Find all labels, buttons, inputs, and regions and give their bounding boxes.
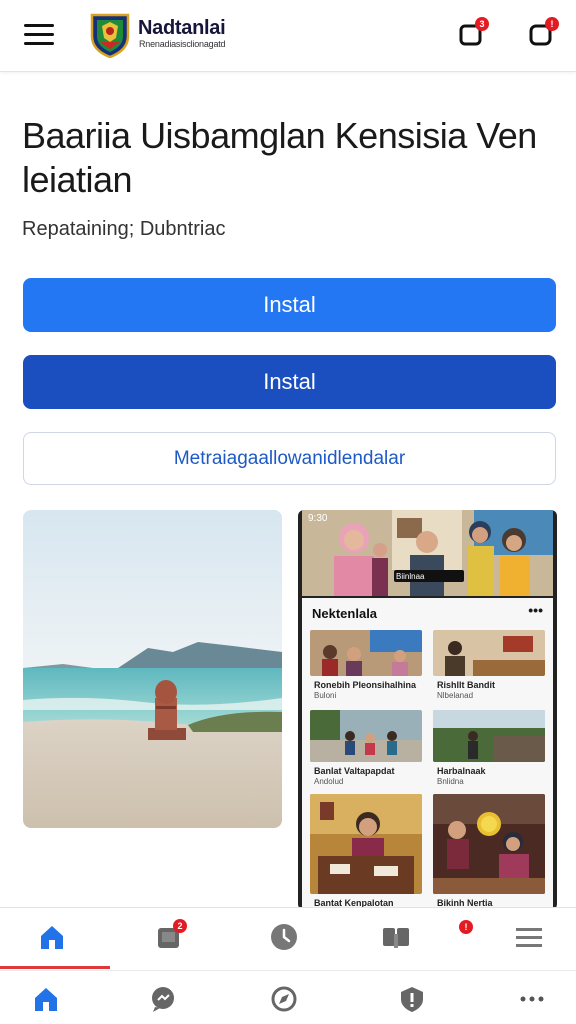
notification-badge: 3 (475, 17, 489, 31)
thumbnail-caption: Banlat Valtapapdat (314, 766, 395, 776)
inbox-badge: 2 (173, 919, 187, 933)
notification-icon[interactable]: 3 (458, 17, 489, 48)
thumbnail-caption: Ronebih Pleonsihalhina (314, 680, 417, 690)
thumbnail (310, 794, 422, 894)
shield-icon[interactable] (398, 985, 426, 1013)
phone-status-time: 9:30 (308, 513, 328, 524)
contacts-badge: ! (459, 920, 473, 934)
compass-icon[interactable] (270, 985, 298, 1013)
alert-badge: ! (545, 17, 559, 31)
logo-emblem-icon (90, 13, 130, 58)
alert-icon[interactable]: ! (528, 17, 559, 48)
brand-title: Nadtanlai (138, 17, 226, 39)
install-primary-button[interactable]: Instal (23, 278, 556, 332)
banner-caption: Biinlnaa (396, 572, 425, 581)
thumbnail (433, 710, 545, 762)
thumbnail-subcaption: Andolud (314, 777, 344, 786)
top-bar: Nadtanlai Rnenadiasisclionagatd 3 ! (0, 0, 576, 72)
more-icon[interactable]: ••• (528, 602, 543, 618)
brand-subtitle: Rnenadiasisclionagatd (139, 39, 226, 49)
thumbnail-subcaption: Buloni (314, 691, 337, 700)
contacts-icon[interactable] (381, 922, 411, 952)
page-subtitle: Repataining; Dubntriac (22, 218, 226, 240)
app-preview-phone: 9:30 Biinlnaa Nektenlala ••• Ronebih Ple… (298, 510, 557, 910)
preview-card: Nektenlala ••• Ronebih Pleonsihalhina Bu… (302, 598, 553, 910)
page-title: Baariia Uisbamglan Kensisia Ven leiatian (22, 115, 537, 200)
menu-icon[interactable] (24, 24, 54, 48)
thumbnail-subcaption: Nlbelanad (437, 691, 474, 700)
beach-photo (23, 510, 282, 828)
thumbnail-caption: Harbalnaak (437, 766, 486, 776)
thumbnail (433, 630, 545, 676)
outline-link-button[interactable]: Metraiagaallowanidlendalar (23, 432, 556, 485)
active-tab-indicator (0, 966, 110, 969)
clock-icon[interactable] (269, 922, 299, 952)
contacts-badge-holder: ! (457, 920, 473, 936)
list-icon[interactable] (514, 922, 544, 952)
preview-card-title: Nektenlala (312, 606, 378, 621)
inbox-icon[interactable]: 2 (155, 919, 187, 952)
thumbnail (310, 710, 422, 762)
chat-icon[interactable] (149, 985, 177, 1013)
family-photo (302, 510, 553, 596)
more-icon[interactable] (518, 985, 546, 1013)
tab-bar: 2 ! (0, 907, 576, 969)
thumbnail-caption: Rishllt Bandit (437, 680, 495, 690)
thumbnail (433, 794, 545, 894)
home-icon[interactable] (37, 922, 67, 952)
bottom-nav (0, 970, 576, 1024)
thumbnail (310, 630, 422, 676)
thumbnail-subcaption: Bnlidna (437, 777, 464, 786)
install-secondary-button[interactable]: Instal (23, 355, 556, 409)
home-icon[interactable] (32, 985, 60, 1013)
